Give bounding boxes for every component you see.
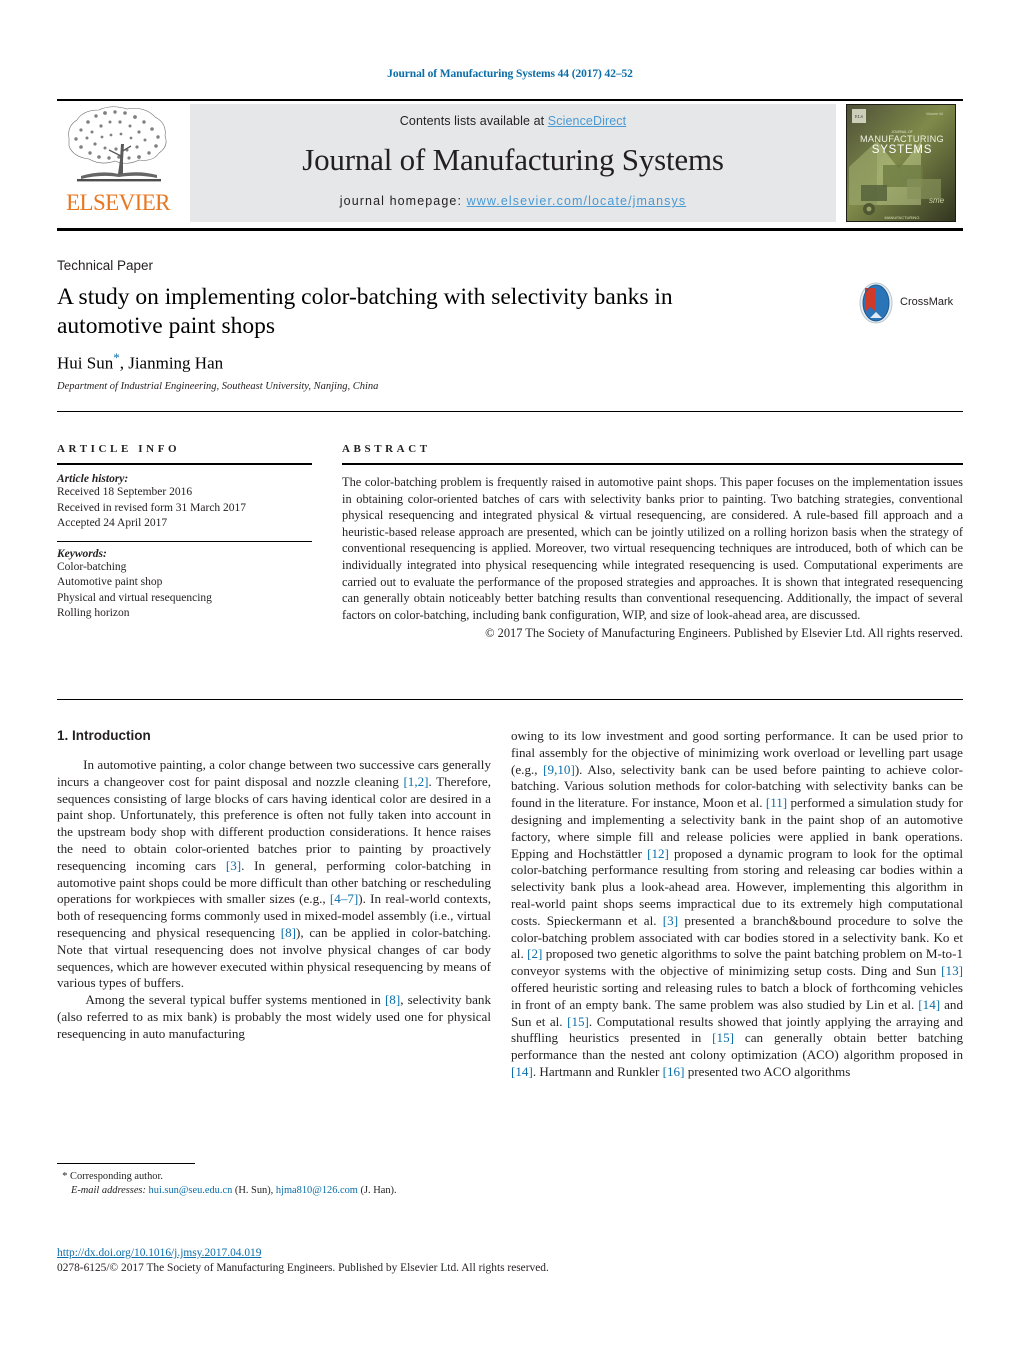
article-history-item: Accepted 24 April 2017 [57, 517, 168, 529]
citation-ref[interactable]: [3] [226, 858, 241, 873]
homepage-prefix: journal homepage: [339, 194, 467, 208]
footnote-rule [57, 1163, 195, 1164]
body-right-column: owing to its low investment and good sor… [511, 728, 963, 1081]
keyword-item: Physical and virtual resequencing [57, 591, 212, 604]
masthead-bottom-rule [57, 228, 963, 231]
citation-ref[interactable]: [15] [567, 1014, 589, 1029]
journal-title: Journal of Manufacturing Systems [302, 142, 724, 177]
email-owner-han: (J. Han). [360, 1185, 397, 1196]
journal-cover-art: MANUFACTURING ELS Volume 44 JOURNAL OF M… [847, 105, 955, 221]
citation-ref[interactable]: [1,2] [403, 774, 428, 789]
email-owner-sun: (H. Sun), [234, 1185, 274, 1196]
sciencedirect-link[interactable]: ScienceDirect [548, 114, 626, 128]
article-history-item: Received 18 September 2016 [57, 486, 193, 498]
corresponding-star: * [62, 1171, 68, 1182]
abstract-heading: ABSTRACT [342, 443, 431, 455]
svg-text:SYSTEMS: SYSTEMS [872, 144, 933, 156]
paragraph: owing to its low investment and good sor… [511, 728, 964, 1079]
paper-page: Journal of Manufacturing Systems 44 (201… [0, 0, 1020, 1351]
keywords-rule [57, 540, 312, 542]
svg-text:MANUFACTURING: MANUFACTURING [885, 215, 920, 220]
author-affiliation: Department of Industrial Engineering, So… [57, 381, 379, 392]
citation-ref[interactable]: [14] [918, 997, 940, 1012]
crossmark-badge[interactable]: CrossMark [855, 282, 961, 326]
paper-type-label: Technical Paper [57, 258, 154, 273]
email-link-sun[interactable]: hui.sun@seu.edu.cn [149, 1185, 233, 1196]
citation-ref[interactable]: [15] [712, 1030, 734, 1045]
footnote-block: * Corresponding author. E-mail addresses… [57, 1170, 491, 1198]
crossmark-icon [859, 282, 893, 324]
author-secondary: , Jianming Han [119, 353, 224, 373]
citation-ref[interactable]: [12] [647, 846, 669, 861]
journal-masthead-band: Contents lists available at ScienceDirec… [190, 104, 836, 222]
citation-ref[interactable]: [13] [941, 963, 963, 978]
journal-cover-thumbnail: MANUFACTURING ELS Volume 44 JOURNAL OF M… [846, 104, 956, 222]
svg-text:ELS: ELS [855, 114, 863, 119]
citation-ref[interactable]: [16] [663, 1064, 685, 1079]
svg-text:sme: sme [929, 196, 945, 205]
doi-block: http://dx.doi.org/10.1016/j.jmsy.2017.04… [57, 1246, 577, 1276]
citation-ref[interactable]: [9,10] [543, 762, 575, 777]
journal-homepage-link[interactable]: www.elsevier.com/locate/jmansys [467, 194, 687, 208]
article-info-rule [57, 463, 312, 465]
abstract-bottom-rule [57, 699, 963, 700]
elsevier-tree-icon [68, 106, 167, 182]
article-info-heading: ARTICLE INFO [57, 443, 181, 455]
citation-ref[interactable]: [3] [663, 913, 678, 928]
citation-ref[interactable]: [8] [385, 992, 400, 1007]
page-title: A study on implementing color-batching w… [57, 284, 673, 339]
journal-homepage-line: journal homepage: www.elsevier.com/locat… [190, 194, 836, 208]
abstract-text: The color-batching problem is frequently… [342, 475, 963, 622]
section-heading-introduction: 1. Introduction [57, 728, 151, 743]
citation-ref[interactable]: [14] [511, 1064, 533, 1079]
author-primary: Hui Sun [57, 353, 114, 373]
contents-lists-line: Contents lists available at ScienceDirec… [190, 114, 836, 128]
keywords-label: Keywords: [57, 547, 107, 560]
article-history-item: Received in revised form 31 March 2017 [57, 501, 247, 514]
citation-ref[interactable]: [2] [527, 946, 542, 961]
doi-link[interactable]: http://dx.doi.org/10.1016/j.jmsy.2017.04… [57, 1247, 261, 1259]
article-history-label: Article history: [57, 473, 129, 485]
elsevier-logo: ELSEVIER [57, 104, 179, 222]
article-info-column: ARTICLE INFO Article history: Received 1… [57, 443, 312, 622]
svg-text:MANUFACTURING: MANUFACTURING [860, 134, 944, 144]
masthead-top-rule [57, 99, 963, 101]
email-addresses-note: E-mail addresses: hui.sun@seu.edu.cn (H.… [57, 1184, 491, 1198]
abstract-rule [342, 463, 963, 465]
running-head: Journal of Manufacturing Systems 44 (201… [387, 68, 633, 80]
abstract-copyright: © 2017 The Society of Manufacturing Engi… [485, 626, 963, 641]
citation-ref[interactable]: [4–7] [330, 891, 358, 906]
title-bottom-rule [57, 411, 963, 412]
paragraph: Among the several typical buffer systems… [57, 992, 491, 1041]
email-label: E-mail addresses: [71, 1185, 146, 1196]
elsevier-wordmark: ELSEVIER [66, 190, 170, 215]
corresponding-author-note: * Corresponding author. [57, 1170, 491, 1184]
citation-ref[interactable]: [8] [281, 925, 296, 940]
keyword-item: Rolling horizon [57, 607, 130, 619]
corresponding-text: Corresponding author. [70, 1171, 163, 1182]
author-list: Hui Sun*, Jianming Han [57, 350, 223, 374]
citation-ref[interactable]: [11] [766, 795, 787, 810]
body-left-column: 1. Introduction In automotive painting, … [57, 728, 491, 1043]
paragraph: In automotive painting, a color change b… [57, 757, 491, 991]
keyword-item: Automotive paint shop [57, 576, 163, 588]
crossmark-label: CrossMark [900, 296, 954, 308]
svg-text:Volume 44: Volume 44 [926, 112, 943, 116]
keyword-item: Color-batching [57, 560, 127, 573]
issn-copyright-line: 0278-6125/© 2017 The Society of Manufact… [57, 1262, 549, 1274]
abstract-column: ABSTRACT The color-batching problem is f… [342, 443, 963, 642]
email-link-han[interactable]: hjma810@126.com [276, 1185, 358, 1196]
contents-lists-prefix: Contents lists available at [399, 114, 548, 128]
